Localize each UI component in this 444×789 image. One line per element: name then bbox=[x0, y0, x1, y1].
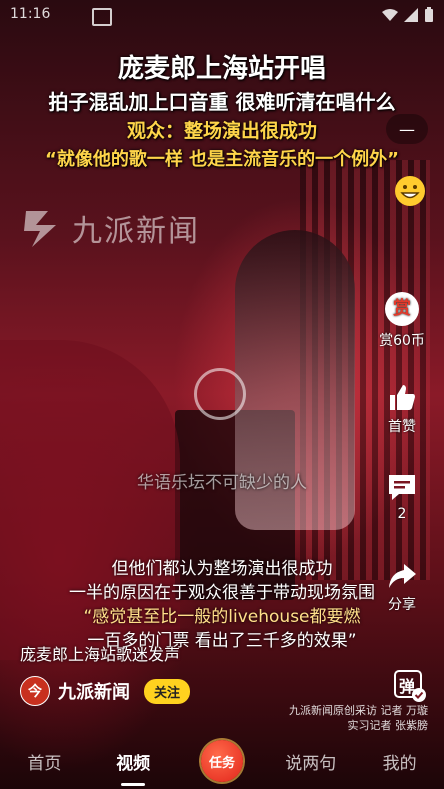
loading-spinner bbox=[194, 368, 246, 420]
battery-icon bbox=[425, 7, 433, 22]
grin-emoji-icon[interactable] bbox=[394, 175, 426, 207]
share-button[interactable]: 分享 bbox=[370, 562, 434, 614]
share-label: 分享 bbox=[388, 597, 416, 613]
danmu-toggle-button[interactable]: 弹 bbox=[392, 668, 428, 704]
notification-icon bbox=[92, 8, 112, 26]
author-name[interactable]: 九派新闻 bbox=[58, 678, 130, 704]
tab-task[interactable]: 任务 bbox=[178, 740, 267, 782]
headline-subtitle: 拍子混乱加上口音重 很难听清在唱什么 bbox=[48, 90, 396, 114]
credit-line-1: 九派新闻原创采访 记者 万璇 bbox=[289, 704, 428, 717]
reward-button[interactable]: 赏 赏60币 bbox=[370, 292, 434, 350]
signal-icon bbox=[404, 8, 418, 22]
like-button[interactable]: 首赞 bbox=[370, 382, 434, 436]
comment-icon bbox=[389, 475, 415, 500]
video-caption: 庞麦郎上海站歌迷发声 bbox=[20, 645, 181, 664]
danmu-label: 弹 bbox=[399, 677, 416, 696]
tab-mine[interactable]: 我的 bbox=[355, 749, 444, 774]
bottom-tab-bar: 首页 视频 任务 说两句 我的 bbox=[0, 733, 444, 789]
headline-quote-label: 观众：整场演出很成功 bbox=[126, 120, 317, 142]
author-row: 今 九派新闻 关注 bbox=[20, 676, 191, 706]
wifi-icon bbox=[382, 9, 398, 21]
watermark-logo: 九派新闻 bbox=[18, 205, 200, 251]
credit-line-2: 实习记者 张紫膀 bbox=[347, 719, 429, 732]
task-button[interactable]: 任务 bbox=[200, 740, 243, 782]
share-arrow-icon bbox=[389, 564, 416, 588]
watermark-text: 九派新闻 bbox=[72, 214, 200, 249]
video-player[interactable]: 11:16 庞麦郎上海站开唱 拍子混乱加上口音重 很难听清在唱什么 观众：整场演… bbox=[0, 0, 444, 789]
more-options-button[interactable]: — bbox=[386, 114, 428, 144]
status-bar: 11:16 bbox=[0, 0, 444, 30]
comment-button[interactable]: 2 bbox=[370, 472, 434, 522]
tab-home[interactable]: 首页 bbox=[0, 749, 89, 774]
dash-icon: — bbox=[399, 119, 415, 139]
reward-icon: 赏 bbox=[385, 292, 419, 326]
tab-comment[interactable]: 说两句 bbox=[266, 749, 355, 774]
reward-label: 赏60币 bbox=[379, 333, 425, 349]
follow-button[interactable]: 关注 bbox=[144, 678, 191, 704]
headline-title: 庞麦郎上海站开唱 bbox=[117, 54, 326, 84]
headline-quote: “就像他的歌一样 也是主流音乐的一个例外” bbox=[45, 149, 399, 170]
comment-count: 2 bbox=[397, 506, 407, 522]
thumbs-up-icon bbox=[390, 385, 415, 410]
like-label: 首赞 bbox=[388, 419, 416, 435]
brand-mark-icon bbox=[24, 211, 56, 247]
tab-video[interactable]: 视频 bbox=[89, 749, 178, 786]
author-avatar[interactable]: 今 bbox=[20, 676, 50, 706]
status-time: 11:16 bbox=[10, 6, 51, 22]
